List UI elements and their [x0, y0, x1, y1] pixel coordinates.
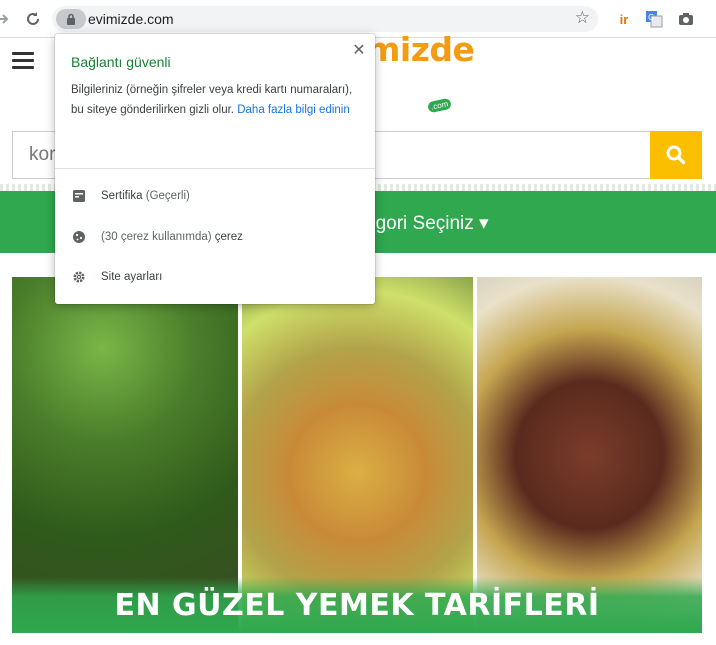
cookies-row[interactable]: (30 çerez kullanımda) çerez: [71, 225, 361, 249]
address-bar[interactable]: evimizde.com ☆: [52, 6, 598, 32]
close-icon[interactable]: ✕: [351, 42, 367, 59]
url-text: evimizde.com: [88, 11, 174, 27]
extension-ir-icon[interactable]: ir: [614, 9, 634, 29]
banner-caption: EN GÜZEL YEMEK TARİFLERİ: [12, 577, 702, 633]
learn-more-link[interactable]: Daha fazla bilgi edinin: [237, 104, 350, 116]
menu-icon[interactable]: [12, 52, 34, 70]
connection-security-popup: Bağlantı güvenli ✕ Bilgileriniz (örneğin…: [55, 34, 375, 304]
site-logo[interactable]: mizde: [366, 30, 475, 69]
search-icon: [666, 145, 686, 165]
forward-icon[interactable]: [0, 8, 14, 30]
svg-text:G: G: [648, 13, 654, 22]
banner-title: EN GÜZEL YEMEK TARİFLERİ: [114, 587, 600, 623]
hero-banner[interactable]: EN GÜZEL YEMEK TARİFLERİ: [12, 277, 702, 633]
category-dropdown[interactable]: egori Seçiniz ▾: [365, 212, 489, 235]
cookie-icon: [71, 229, 87, 245]
certificate-icon: [71, 188, 87, 204]
search-placeholder: kor: [29, 144, 56, 165]
popup-divider: [55, 168, 375, 169]
popup-title: Bağlantı güvenli: [71, 54, 171, 70]
camera-icon[interactable]: [676, 9, 696, 29]
lock-icon[interactable]: [56, 9, 86, 29]
gear-icon: [71, 269, 87, 285]
reload-icon[interactable]: [22, 8, 44, 30]
bookmark-star-icon[interactable]: ☆: [575, 8, 590, 28]
search-button[interactable]: [650, 131, 702, 179]
site-settings-row[interactable]: Site ayarları: [71, 265, 361, 289]
translate-icon[interactable]: G: [644, 9, 664, 29]
certificate-row[interactable]: Sertifika (Geçerli): [71, 184, 361, 208]
popup-description: Bilgileriniz (örneğin şifreler veya kred…: [71, 84, 353, 116]
browser-toolbar: evimizde.com ☆ ir G: [0, 0, 716, 38]
